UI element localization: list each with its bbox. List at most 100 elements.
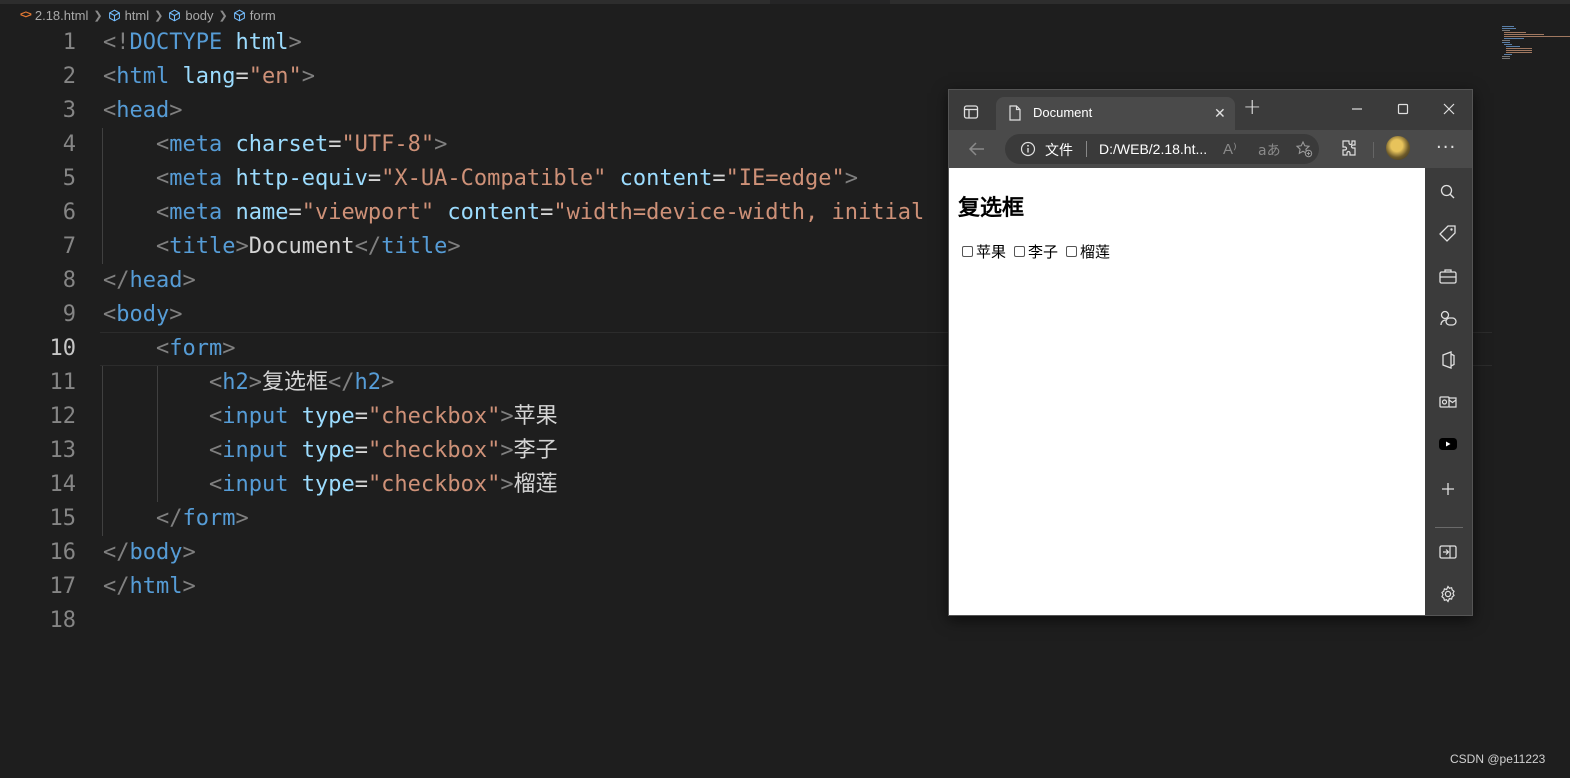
code-token: type: [301, 438, 355, 463]
close-icon[interactable]: ✕: [1214, 106, 1226, 122]
profile-avatar[interactable]: [1386, 136, 1410, 160]
line-number: 9: [62, 302, 76, 327]
code-token: meta: [169, 132, 223, 157]
code-token: <: [155, 200, 170, 225]
cube-icon: [233, 9, 246, 22]
browser-tab-document[interactable]: Document ✕: [996, 97, 1235, 131]
code-text: <body>: [103, 298, 182, 332]
code-token: h2: [222, 370, 249, 395]
watermark: CSDN @pe11223: [1450, 752, 1546, 766]
youtube-icon[interactable]: [1438, 434, 1458, 454]
breadcrumb-item-body[interactable]: body: [168, 8, 214, 23]
code-token: body: [116, 302, 170, 327]
code-token: =: [328, 132, 342, 157]
url-text: D:/WEB/2.18.ht...: [1099, 141, 1208, 157]
office-icon[interactable]: [1438, 350, 1458, 370]
code-token: <: [155, 234, 170, 259]
minimize-icon[interactable]: [1343, 98, 1371, 120]
add-favorite-icon[interactable]: [1295, 140, 1313, 162]
chevron-right-icon: ❯: [154, 9, 164, 22]
code-text: <input type="checkbox">榴莲: [103, 468, 558, 502]
breadcrumb-file[interactable]: <> 2.18.html: [20, 8, 88, 23]
line-number: 10: [49, 336, 77, 361]
outlook-icon[interactable]: [1438, 392, 1458, 412]
code-token: lang: [182, 64, 236, 89]
line-number: 11: [49, 370, 77, 395]
games-icon[interactable]: [1438, 308, 1458, 328]
code-token: meta: [169, 166, 223, 191]
code-token: content: [619, 166, 713, 191]
add-icon[interactable]: +: [1243, 97, 1261, 119]
checkbox-label: 李子: [1028, 243, 1059, 261]
code-line[interactable]: 1 <!DOCTYPE html>: [0, 26, 1500, 60]
url-divider: [1086, 141, 1087, 157]
tab-actions-icon[interactable]: [963, 104, 979, 124]
checkbox[interactable]: [1066, 246, 1078, 257]
checkbox-item[interactable]: 榴莲: [1066, 241, 1110, 262]
shopping-tag-icon[interactable]: [1438, 224, 1458, 244]
extensions-icon[interactable]: [1339, 138, 1359, 162]
code-token: "checkbox": [367, 438, 501, 463]
code-text: <head>: [103, 94, 182, 128]
code-token: >: [500, 404, 514, 429]
code-token: meta: [169, 200, 223, 225]
tools-icon[interactable]: [1438, 266, 1458, 286]
file-scheme-label: 文件: [1045, 143, 1073, 159]
info-icon[interactable]: [1020, 141, 1036, 161]
code-text: <meta http-equiv="X-UA-Compatible" conte…: [103, 162, 858, 196]
code-token: >: [235, 506, 249, 531]
minimap[interactable]: [1500, 26, 1570, 66]
add-icon[interactable]: [1438, 479, 1458, 499]
breadcrumb-item-html[interactable]: html: [108, 8, 149, 23]
edge-browser-window[interactable]: Document ✕ + 文件 D:/WEB/2.18.ht... A⁾ aあ: [948, 89, 1473, 616]
code-token: form: [169, 336, 223, 361]
code-token: >: [182, 268, 196, 293]
checkbox-item[interactable]: 李子: [1014, 241, 1058, 262]
checkbox-item[interactable]: 苹果: [962, 241, 1006, 262]
split-screen-icon[interactable]: [1438, 542, 1458, 562]
search-icon[interactable]: [1438, 182, 1458, 202]
more-options-icon[interactable]: ···: [1436, 137, 1456, 158]
translate-icon[interactable]: aあ: [1258, 140, 1281, 160]
checkbox-group: 苹果 李子 榴莲: [962, 241, 1118, 262]
code-token: >: [235, 234, 249, 259]
close-window-icon[interactable]: [1435, 98, 1463, 120]
checkbox[interactable]: [1014, 246, 1026, 257]
code-token: >: [380, 370, 395, 395]
url-input[interactable]: 文件 D:/WEB/2.18.ht... A⁾ aあ: [1005, 134, 1319, 164]
code-text: <!DOCTYPE html>: [103, 26, 302, 60]
code-token: <: [208, 404, 223, 429]
code-token: <: [103, 64, 117, 89]
back-arrow-icon[interactable]: [967, 139, 987, 163]
code-token: "en": [248, 64, 302, 89]
code-token: </: [103, 268, 130, 293]
code-token: 复选框: [261, 370, 328, 395]
checkbox[interactable]: [962, 246, 973, 257]
code-token: =: [354, 438, 368, 463]
code-token: <!: [103, 30, 130, 55]
settings-icon[interactable]: [1438, 584, 1458, 604]
html-file-icon: <>: [20, 9, 32, 21]
code-token: <: [103, 302, 117, 327]
code-token: <: [155, 132, 170, 157]
code-token: >: [169, 302, 183, 327]
read-aloud-icon[interactable]: A⁾: [1223, 140, 1237, 158]
chevron-right-icon: ❯: [218, 9, 228, 22]
line-number: 12: [49, 404, 77, 429]
code-token: =: [540, 200, 554, 225]
breadcrumb-item-form[interactable]: form: [233, 8, 276, 23]
line-number: 15: [49, 506, 77, 531]
maximize-icon[interactable]: [1389, 98, 1417, 120]
line-number: 13: [49, 438, 77, 463]
code-token: =: [354, 404, 368, 429]
chevron-right-icon: ❯: [93, 9, 103, 22]
code-token: input: [222, 438, 289, 463]
